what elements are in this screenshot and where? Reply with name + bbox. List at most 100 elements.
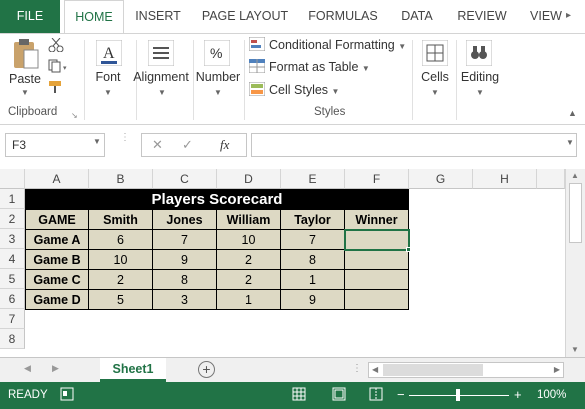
tab-file[interactable]: FILE bbox=[0, 0, 60, 33]
score-cell[interactable]: 8 bbox=[153, 270, 217, 290]
formula-input[interactable] bbox=[251, 133, 577, 157]
scroll-thumb[interactable] bbox=[569, 183, 582, 243]
cut-icon[interactable] bbox=[48, 37, 64, 55]
tab-view[interactable]: VIEW bbox=[524, 0, 568, 33]
conditional-formatting-button[interactable]: Conditional Formatting ▼ bbox=[248, 35, 406, 55]
score-cell[interactable]: 3 bbox=[153, 290, 217, 310]
number-dropdown-icon[interactable]: ▼ bbox=[214, 88, 222, 97]
formula-bar-grip-icon[interactable]: ⋮ bbox=[120, 132, 130, 143]
macro-record-icon[interactable] bbox=[60, 387, 74, 404]
horizontal-scroll-thumb[interactable] bbox=[383, 364, 483, 376]
score-cell[interactable]: 9 bbox=[153, 250, 217, 270]
cells-label[interactable]: Cells bbox=[415, 70, 455, 84]
vertical-scrollbar[interactable]: ▲ ▼ bbox=[565, 169, 585, 357]
font-label[interactable]: Font bbox=[88, 70, 128, 84]
editing-icon[interactable] bbox=[465, 39, 493, 69]
score-cell[interactable]: 10 bbox=[89, 250, 153, 270]
cells-icon[interactable] bbox=[421, 39, 449, 69]
sheet-tab-sheet1[interactable]: Sheet1 bbox=[100, 358, 166, 382]
editing-label[interactable]: Editing bbox=[458, 70, 502, 84]
page-layout-view-icon[interactable] bbox=[332, 387, 346, 404]
row-header[interactable]: 4 bbox=[0, 249, 25, 269]
paste-label[interactable]: Paste bbox=[8, 72, 42, 86]
tab-formulas[interactable]: FORMULAS bbox=[304, 0, 382, 33]
paste-icon[interactable] bbox=[12, 38, 40, 73]
winner-cell[interactable] bbox=[345, 270, 409, 290]
row-header[interactable]: 8 bbox=[0, 329, 25, 349]
header-cell-taylor[interactable]: Taylor bbox=[281, 210, 345, 230]
scroll-down-icon[interactable]: ▼ bbox=[571, 345, 579, 354]
header-cell-winner[interactable]: Winner bbox=[345, 210, 409, 230]
zoom-out-icon[interactable]: − bbox=[397, 387, 405, 402]
name-box[interactable]: F3 bbox=[5, 133, 105, 157]
ribbon-scroll-right-icon[interactable]: ▸ bbox=[566, 10, 571, 21]
name-box-dropdown-icon[interactable]: ▼ bbox=[93, 137, 101, 146]
tab-insert[interactable]: INSERT bbox=[130, 0, 186, 33]
score-cell[interactable]: 1 bbox=[281, 270, 345, 290]
copy-icon[interactable]: ▾ bbox=[48, 59, 70, 76]
editing-dropdown-icon[interactable]: ▼ bbox=[476, 88, 484, 97]
scroll-up-icon[interactable]: ▲ bbox=[571, 171, 579, 180]
tab-home[interactable]: HOME bbox=[64, 0, 124, 34]
insert-function-icon[interactable]: fx bbox=[220, 137, 229, 153]
column-header-h[interactable]: H bbox=[473, 169, 537, 189]
alignment-dropdown-icon[interactable]: ▼ bbox=[158, 88, 166, 97]
score-cell[interactable]: 2 bbox=[217, 270, 281, 290]
game-cell[interactable]: Game B bbox=[25, 250, 89, 270]
game-cell[interactable]: Game D bbox=[25, 290, 89, 310]
select-all-corner[interactable] bbox=[0, 169, 25, 189]
score-cell[interactable]: 6 bbox=[89, 230, 153, 250]
worksheet-grid[interactable]: A B C D E F G H 1 2 3 4 5 6 7 8 Players … bbox=[0, 169, 565, 355]
tab-page-layout[interactable]: PAGE LAYOUT bbox=[196, 0, 294, 33]
cells-dropdown-icon[interactable]: ▼ bbox=[431, 88, 439, 97]
score-cell[interactable]: 2 bbox=[217, 250, 281, 270]
score-cell[interactable]: 8 bbox=[281, 250, 345, 270]
header-cell-smith[interactable]: Smith bbox=[89, 210, 153, 230]
game-cell[interactable]: Game C bbox=[25, 270, 89, 290]
clipboard-launcher-icon[interactable]: ↘ bbox=[71, 111, 78, 120]
sheet-next-icon[interactable]: ▶ bbox=[52, 363, 59, 374]
collapse-ribbon-icon[interactable]: ▲ bbox=[568, 108, 577, 118]
score-cell[interactable]: 2 bbox=[89, 270, 153, 290]
column-header-c[interactable]: C bbox=[153, 169, 217, 189]
add-sheet-icon[interactable]: + bbox=[198, 361, 215, 378]
cancel-icon[interactable]: ✕ bbox=[152, 137, 163, 153]
score-cell[interactable]: 5 bbox=[89, 290, 153, 310]
row-header[interactable]: 2 bbox=[0, 209, 25, 229]
row-header[interactable]: 3 bbox=[0, 229, 25, 249]
scorecard-title[interactable]: Players Scorecard bbox=[25, 189, 409, 210]
column-header-e[interactable]: E bbox=[281, 169, 345, 189]
score-cell[interactable]: 9 bbox=[281, 290, 345, 310]
cell-styles-button[interactable]: Cell Styles ▼ bbox=[248, 80, 339, 100]
font-dropdown-icon[interactable]: ▼ bbox=[104, 88, 112, 97]
tab-review[interactable]: REVIEW bbox=[452, 0, 512, 33]
page-break-view-icon[interactable] bbox=[369, 387, 383, 404]
sheet-prev-icon[interactable]: ◀ bbox=[24, 363, 31, 374]
enter-icon[interactable]: ✓ bbox=[182, 137, 193, 153]
format-as-table-button[interactable]: Format as Table ▼ bbox=[248, 57, 370, 77]
alignment-icon[interactable] bbox=[147, 39, 175, 69]
format-painter-icon[interactable] bbox=[48, 80, 64, 97]
row-header[interactable]: 6 bbox=[0, 289, 25, 309]
zoom-slider-thumb[interactable] bbox=[456, 389, 460, 401]
zoom-in-icon[interactable]: + bbox=[514, 387, 522, 402]
header-cell-william[interactable]: William bbox=[217, 210, 281, 230]
row-header[interactable]: 1 bbox=[0, 189, 25, 209]
column-header-b[interactable]: B bbox=[89, 169, 153, 189]
score-cell[interactable]: 10 bbox=[217, 230, 281, 250]
column-header-d[interactable]: D bbox=[217, 169, 281, 189]
tab-data[interactable]: DATA bbox=[392, 0, 442, 33]
font-icon[interactable]: A bbox=[95, 39, 123, 69]
score-cell[interactable]: 7 bbox=[281, 230, 345, 250]
zoom-level[interactable]: 100% bbox=[537, 389, 566, 401]
column-header-a[interactable]: A bbox=[25, 169, 89, 189]
header-cell-game[interactable]: GAME bbox=[25, 210, 89, 230]
alignment-label[interactable]: Alignment bbox=[131, 70, 191, 84]
column-header-g[interactable]: G bbox=[409, 169, 473, 189]
score-cell[interactable]: 1 bbox=[217, 290, 281, 310]
row-header[interactable]: 5 bbox=[0, 269, 25, 289]
expand-formula-bar-icon[interactable]: ▼ bbox=[566, 138, 574, 147]
tab-split-icon[interactable]: ⋮ bbox=[352, 363, 362, 374]
number-format-icon[interactable]: % bbox=[203, 39, 231, 69]
score-cell[interactable]: 7 bbox=[153, 230, 217, 250]
